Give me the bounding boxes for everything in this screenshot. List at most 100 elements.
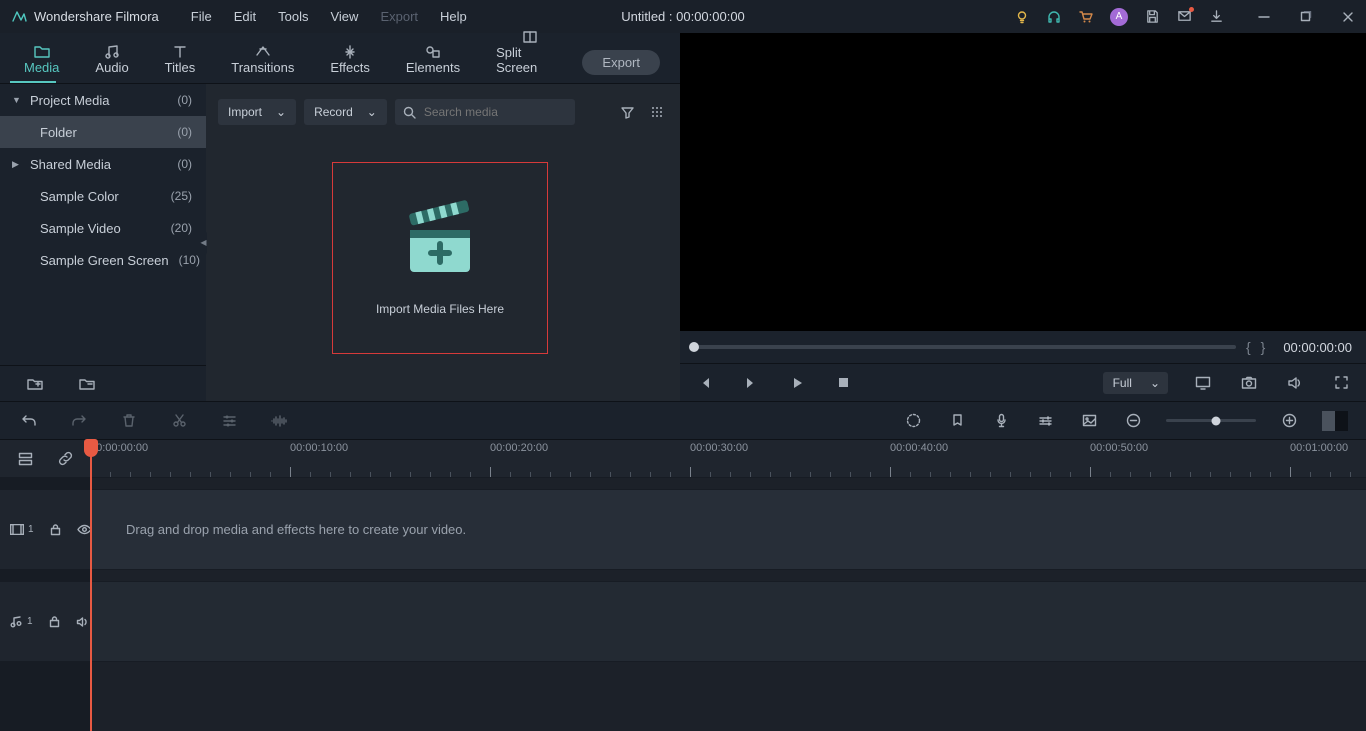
zoom-in-button[interactable] xyxy=(1278,410,1300,432)
preview-scrub-row: { } 00:00:00:00 xyxy=(680,331,1366,363)
preview-scrubber[interactable] xyxy=(694,345,1236,349)
volume-icon[interactable] xyxy=(1284,372,1306,394)
maximize-icon[interactable] xyxy=(1298,9,1314,25)
tab-elements[interactable]: Elements xyxy=(388,40,478,83)
mark-in-button[interactable]: { xyxy=(1246,339,1251,355)
cart-icon[interactable] xyxy=(1078,9,1094,25)
search-media[interactable] xyxy=(395,99,575,125)
export-button[interactable]: Export xyxy=(582,50,660,75)
audio-track-body[interactable] xyxy=(90,582,1366,661)
message-icon[interactable] xyxy=(1176,9,1192,25)
grid-view-icon[interactable] xyxy=(646,101,668,123)
menu-view[interactable]: View xyxy=(322,9,366,24)
sidebar-item-sample-video[interactable]: Sample Video (20) xyxy=(0,212,206,244)
sidebar-footer xyxy=(0,365,206,401)
adjust-button[interactable] xyxy=(218,410,240,432)
tab-titles[interactable]: Titles xyxy=(147,40,214,83)
delete-button[interactable] xyxy=(118,410,140,432)
mixer-button[interactable] xyxy=(1034,410,1056,432)
chevron-down-icon: ⌄ xyxy=(367,105,377,119)
menu-file[interactable]: File xyxy=(183,9,220,24)
split-button[interactable] xyxy=(168,410,190,432)
search-input[interactable] xyxy=(424,105,554,119)
caret-down-icon: ▼ xyxy=(12,95,20,105)
link-icon[interactable] xyxy=(54,448,76,470)
ruler-timecode: 00:00:00:00 xyxy=(90,442,148,454)
tab-transitions[interactable]: Transitions xyxy=(213,40,312,83)
lightbulb-icon[interactable] xyxy=(1014,9,1030,25)
prev-frame-button[interactable] xyxy=(694,372,716,394)
video-track-body[interactable]: Drag and drop media and effects here to … xyxy=(90,490,1366,569)
close-icon[interactable] xyxy=(1340,9,1356,25)
menu-export[interactable]: Export xyxy=(372,9,426,24)
sparkle-icon xyxy=(341,44,359,60)
import-dropdown[interactable]: Import ⌄ xyxy=(218,99,296,125)
media-toolbar: Import ⌄ Record ⌄ xyxy=(206,94,680,130)
picture-button[interactable] xyxy=(1078,410,1100,432)
chevron-down-icon: ⌄ xyxy=(276,105,286,119)
audio-track[interactable]: 1 xyxy=(0,581,1366,661)
user-avatar[interactable]: A xyxy=(1110,8,1128,26)
display-icon[interactable] xyxy=(1192,372,1214,394)
sidebar-count: (0) xyxy=(177,125,192,139)
tab-effects[interactable]: Effects xyxy=(312,40,388,83)
select-tracks-icon[interactable] xyxy=(14,448,36,470)
mark-out-button[interactable]: } xyxy=(1261,339,1266,355)
speaker-icon[interactable] xyxy=(76,611,89,633)
track-drop-hint: Drag and drop media and effects here to … xyxy=(126,522,466,537)
download-icon[interactable] xyxy=(1208,9,1224,25)
stop-button[interactable] xyxy=(832,372,854,394)
sidebar-item-shared-media[interactable]: ▶ Shared Media (0) xyxy=(0,148,206,180)
save-icon[interactable] xyxy=(1144,9,1160,25)
marker-button[interactable] xyxy=(946,410,968,432)
menu-tools[interactable]: Tools xyxy=(270,9,316,24)
zoom-knob[interactable] xyxy=(1211,416,1220,425)
undo-button[interactable] xyxy=(18,410,40,432)
tab-media[interactable]: Media xyxy=(6,40,77,83)
media-sidebar: ▼ Project Media (0) Folder (0) ▶ Shared … xyxy=(0,84,206,401)
zoom-out-button[interactable] xyxy=(1122,410,1144,432)
next-frame-button[interactable] xyxy=(740,372,762,394)
play-button[interactable] xyxy=(786,372,808,394)
remove-folder-icon[interactable] xyxy=(76,373,98,395)
render-button[interactable] xyxy=(902,410,924,432)
voiceover-button[interactable] xyxy=(990,410,1012,432)
video-track[interactable]: 1 Drag and drop media and effects here t… xyxy=(0,489,1366,569)
preview-quality-dropdown[interactable]: Full ⌄ xyxy=(1103,372,1168,394)
headphones-icon[interactable] xyxy=(1046,9,1062,25)
audio-track-head: 1 xyxy=(0,582,90,661)
tab-audio[interactable]: Audio xyxy=(77,40,146,83)
sidebar-collapse-handle[interactable]: ◀ xyxy=(200,231,207,255)
minimize-icon[interactable] xyxy=(1256,9,1272,25)
chevron-down-icon: ⌄ xyxy=(1150,376,1160,390)
menu-edit[interactable]: Edit xyxy=(226,9,264,24)
transition-icon xyxy=(254,44,272,60)
timeline-ruler[interactable]: 00:00:00:00 00:00:10:00 00:00:20:00 00:0… xyxy=(90,440,1366,477)
zoom-slider[interactable] xyxy=(1166,419,1256,422)
track-size-toggle[interactable] xyxy=(1322,411,1348,431)
shapes-icon xyxy=(424,44,442,60)
sidebar-item-sample-color[interactable]: Sample Color (25) xyxy=(0,180,206,212)
record-dropdown[interactable]: Record ⌄ xyxy=(304,99,387,125)
sidebar-item-project-media[interactable]: ▼ Project Media (0) xyxy=(0,84,206,116)
folder-icon xyxy=(33,44,51,60)
filter-icon[interactable] xyxy=(616,101,638,123)
sidebar-item-sample-green-screen[interactable]: Sample Green Screen (10) xyxy=(0,244,206,276)
snapshot-icon[interactable] xyxy=(1238,372,1260,394)
add-folder-icon[interactable] xyxy=(24,373,46,395)
sidebar-item-folder[interactable]: Folder (0) xyxy=(0,116,206,148)
sidebar-count: (0) xyxy=(177,93,192,107)
scrubber-handle[interactable] xyxy=(689,342,699,352)
redo-button[interactable] xyxy=(68,410,90,432)
preview-timecode: 00:00:00:00 xyxy=(1283,340,1352,355)
caret-right-icon: ▶ xyxy=(12,159,20,170)
import-drop-zone[interactable]: Import Media Files Here xyxy=(332,162,548,354)
lock-icon[interactable] xyxy=(49,611,60,633)
lock-icon[interactable] xyxy=(50,519,61,541)
title-bar: Wondershare Filmora File Edit Tools View… xyxy=(0,0,1366,33)
tab-split-screen[interactable]: Split Screen xyxy=(478,25,582,83)
menu-help[interactable]: Help xyxy=(432,9,475,24)
audio-wave-button[interactable] xyxy=(268,410,290,432)
fullscreen-icon[interactable] xyxy=(1330,372,1352,394)
preview-video[interactable] xyxy=(680,33,1366,331)
